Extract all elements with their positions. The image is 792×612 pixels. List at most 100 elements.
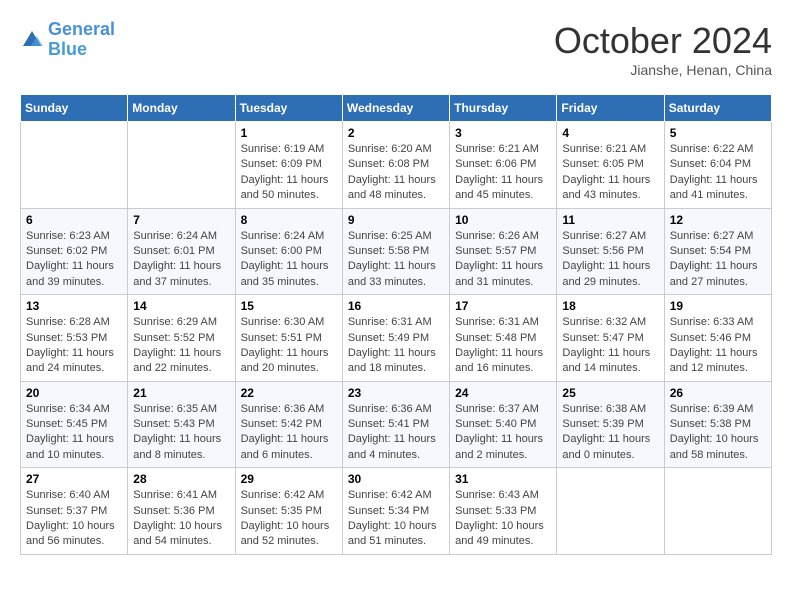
day-number: 25 [562, 386, 658, 400]
month-title: October 2024 [554, 20, 772, 62]
day-info: Sunrise: 6:19 AMSunset: 6:09 PMDaylight:… [241, 142, 337, 204]
day-number: 4 [562, 126, 658, 140]
calendar-cell: 29 Sunrise: 6:42 AMSunset: 5:35 PMDayligh… [235, 468, 342, 555]
day-number: 14 [133, 299, 229, 313]
day-number: 23 [348, 386, 444, 400]
day-info: Sunrise: 6:25 AMSunset: 5:58 PMDaylight:… [348, 229, 444, 291]
calendar-cell: 20Sunrise: 6:34 AMSunset: 5:45 PMDayligh… [21, 381, 128, 468]
calendar-cell: 2 Sunrise: 6:20 AMSunset: 6:08 PMDaylight… [342, 122, 449, 209]
calendar-table: SundayMondayTuesdayWednesdayThursdayFrid… [20, 94, 772, 555]
day-number: 6 [26, 213, 122, 227]
day-number: 19 [670, 299, 766, 313]
day-info: Sunrise: 6:36 AMSunset: 5:41 PMDaylight:… [348, 402, 444, 464]
weekday-header-cell: Tuesday [235, 95, 342, 122]
calendar-cell [21, 122, 128, 209]
day-number: 24 [455, 386, 551, 400]
calendar-cell: 21 Sunrise: 6:35 AMSunset: 5:43 PMDayligh… [128, 381, 235, 468]
day-info: Sunrise: 6:28 AMSunset: 5:53 PMDaylight:… [26, 315, 122, 377]
calendar-cell: 31 Sunrise: 6:43 AMSunset: 5:33 PMDayligh… [450, 468, 557, 555]
calendar-cell [557, 468, 664, 555]
day-info: Sunrise: 6:32 AMSunset: 5:47 PMDaylight:… [562, 315, 658, 377]
calendar-cell: 14Sunrise: 6:29 AMSunset: 5:52 PMDayligh… [128, 295, 235, 382]
day-number: 27 [26, 472, 122, 486]
day-number: 1 [241, 126, 337, 140]
day-number: 12 [670, 213, 766, 227]
calendar-cell: 28Sunrise: 6:41 AMSunset: 5:36 PMDayligh… [128, 468, 235, 555]
day-number: 10 [455, 213, 551, 227]
day-number: 2 [348, 126, 444, 140]
day-number: 11 [562, 213, 658, 227]
calendar-cell: 15 Sunrise: 6:30 AMSunset: 5:51 PMDayligh… [235, 295, 342, 382]
day-info: Sunrise: 6:33 AMSunset: 5:46 PMDaylight:… [670, 315, 766, 377]
weekday-header-cell: Friday [557, 95, 664, 122]
day-info: Sunrise: 6:42 AMSunset: 5:35 PMDaylight:… [241, 488, 337, 550]
calendar-cell: 30 Sunrise: 6:42 AMSunset: 5:34 PMDayligh… [342, 468, 449, 555]
day-info: Sunrise: 6:23 AMSunset: 6:02 PMDaylight:… [26, 229, 122, 291]
day-number: 15 [241, 299, 337, 313]
day-info: Sunrise: 6:34 AMSunset: 5:45 PMDaylight:… [26, 402, 122, 464]
calendar-week-row: 20Sunrise: 6:34 AMSunset: 5:45 PMDayligh… [21, 381, 772, 468]
day-number: 16 [348, 299, 444, 313]
calendar-cell: 16 Sunrise: 6:31 AMSunset: 5:49 PMDayligh… [342, 295, 449, 382]
day-info: Sunrise: 6:20 AMSunset: 6:08 PMDaylight:… [348, 142, 444, 204]
day-number: 28 [133, 472, 229, 486]
calendar-cell: 9 Sunrise: 6:25 AMSunset: 5:58 PMDaylight… [342, 208, 449, 295]
day-number: 22 [241, 386, 337, 400]
day-number: 18 [562, 299, 658, 313]
weekday-header-cell: Monday [128, 95, 235, 122]
calendar-cell: 24Sunrise: 6:37 AMSunset: 5:40 PMDayligh… [450, 381, 557, 468]
day-info: Sunrise: 6:39 AMSunset: 5:38 PMDaylight:… [670, 402, 766, 464]
calendar-cell: 22 Sunrise: 6:36 AMSunset: 5:42 PMDayligh… [235, 381, 342, 468]
day-number: 13 [26, 299, 122, 313]
weekday-header-cell: Saturday [664, 95, 771, 122]
day-info: Sunrise: 6:30 AMSunset: 5:51 PMDaylight:… [241, 315, 337, 377]
page-header: General Blue October 2024 Jianshe, Henan… [20, 20, 772, 78]
calendar-week-row: 27Sunrise: 6:40 AMSunset: 5:37 PMDayligh… [21, 468, 772, 555]
day-info: Sunrise: 6:36 AMSunset: 5:42 PMDaylight:… [241, 402, 337, 464]
calendar-cell: 7Sunrise: 6:24 AMSunset: 6:01 PMDaylight… [128, 208, 235, 295]
day-info: Sunrise: 6:22 AMSunset: 6:04 PMDaylight:… [670, 142, 766, 204]
calendar-cell: 4 Sunrise: 6:21 AMSunset: 6:05 PMDaylight… [557, 122, 664, 209]
day-number: 21 [133, 386, 229, 400]
day-number: 7 [133, 213, 229, 227]
calendar-cell: 27Sunrise: 6:40 AMSunset: 5:37 PMDayligh… [21, 468, 128, 555]
weekday-header-cell: Sunday [21, 95, 128, 122]
day-number: 31 [455, 472, 551, 486]
calendar-cell: 19 Sunrise: 6:33 AMSunset: 5:46 PMDayligh… [664, 295, 771, 382]
day-number: 8 [241, 213, 337, 227]
day-info: Sunrise: 6:27 AMSunset: 5:56 PMDaylight:… [562, 229, 658, 291]
day-number: 17 [455, 299, 551, 313]
day-info: Sunrise: 6:43 AMSunset: 5:33 PMDaylight:… [455, 488, 551, 550]
day-info: Sunrise: 6:26 AMSunset: 5:57 PMDaylight:… [455, 229, 551, 291]
day-info: Sunrise: 6:27 AMSunset: 5:54 PMDaylight:… [670, 229, 766, 291]
day-number: 3 [455, 126, 551, 140]
day-number: 9 [348, 213, 444, 227]
weekday-header-row: SundayMondayTuesdayWednesdayThursdayFrid… [21, 95, 772, 122]
calendar-week-row: 13 Sunrise: 6:28 AMSunset: 5:53 PMDayligh… [21, 295, 772, 382]
logo-icon [20, 28, 44, 52]
calendar-cell: 3 Sunrise: 6:21 AMSunset: 6:06 PMDaylight… [450, 122, 557, 209]
calendar-cell: 12 Sunrise: 6:27 AMSunset: 5:54 PMDayligh… [664, 208, 771, 295]
day-info: Sunrise: 6:24 AMSunset: 6:00 PMDaylight:… [241, 229, 337, 291]
logo: General Blue [20, 20, 115, 60]
day-info: Sunrise: 6:35 AMSunset: 5:43 PMDaylight:… [133, 402, 229, 464]
calendar-cell: 1 Sunrise: 6:19 AMSunset: 6:09 PMDaylight… [235, 122, 342, 209]
day-info: Sunrise: 6:21 AMSunset: 6:05 PMDaylight:… [562, 142, 658, 204]
logo-text: General Blue [48, 20, 115, 60]
day-info: Sunrise: 6:31 AMSunset: 5:49 PMDaylight:… [348, 315, 444, 377]
calendar-cell: 5Sunrise: 6:22 AMSunset: 6:04 PMDaylight… [664, 122, 771, 209]
calendar-cell: 6 Sunrise: 6:23 AMSunset: 6:02 PMDaylight… [21, 208, 128, 295]
day-number: 26 [670, 386, 766, 400]
day-info: Sunrise: 6:21 AMSunset: 6:06 PMDaylight:… [455, 142, 551, 204]
day-number: 29 [241, 472, 337, 486]
day-info: Sunrise: 6:31 AMSunset: 5:48 PMDaylight:… [455, 315, 551, 377]
weekday-header-cell: Thursday [450, 95, 557, 122]
calendar-cell [128, 122, 235, 209]
calendar-cell: 17 Sunrise: 6:31 AMSunset: 5:48 PMDayligh… [450, 295, 557, 382]
day-number: 30 [348, 472, 444, 486]
calendar-week-row: 1 Sunrise: 6:19 AMSunset: 6:09 PMDaylight… [21, 122, 772, 209]
calendar-cell: 26 Sunrise: 6:39 AMSunset: 5:38 PMDayligh… [664, 381, 771, 468]
day-info: Sunrise: 6:42 AMSunset: 5:34 PMDaylight:… [348, 488, 444, 550]
weekday-header-cell: Wednesday [342, 95, 449, 122]
calendar-cell: 13 Sunrise: 6:28 AMSunset: 5:53 PMDayligh… [21, 295, 128, 382]
